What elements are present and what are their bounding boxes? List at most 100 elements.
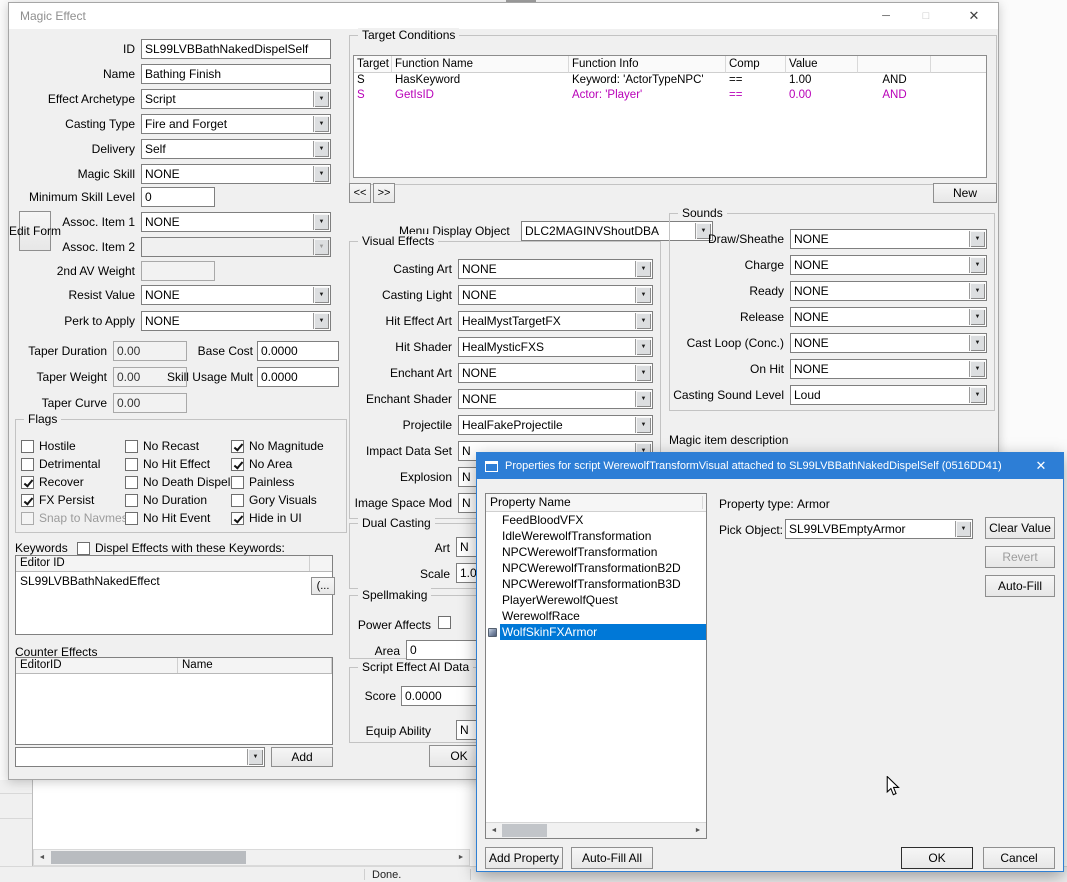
magic-effect-titlebar[interactable]: Magic Effect <box>9 3 998 29</box>
sound-ready-select[interactable]: NONE▼ <box>790 281 987 301</box>
flag-label: No Hit Effect <box>143 457 210 471</box>
perk-to-apply-select[interactable]: NONE▼ <box>141 311 331 331</box>
add-counter-effect-button[interactable]: Add <box>271 747 333 767</box>
maximize-icon[interactable]: □ <box>906 3 946 29</box>
effect-archetype-select[interactable]: Script▼ <box>141 89 331 109</box>
visual-effect-projectile-select[interactable]: HealFakeProjectile▼ <box>458 415 653 435</box>
scroll-right-icon[interactable]: ► <box>690 823 706 838</box>
column-header[interactable] <box>858 56 931 73</box>
name-column-header[interactable]: Name <box>178 658 332 673</box>
condition-prev-button[interactable]: << <box>349 183 371 203</box>
flag-checkbox-painless[interactable]: Painless <box>231 473 324 491</box>
sound-release-select[interactable]: NONE▼ <box>790 307 987 327</box>
clear-value-button[interactable]: Clear Value <box>985 517 1055 539</box>
target-conditions-table[interactable]: Target Function Name Function Info Comp … <box>353 55 987 178</box>
column-header[interactable]: Comp <box>726 56 786 73</box>
property-list-item[interactable]: IdleWerewolfTransformation <box>486 528 706 544</box>
add-property-button[interactable]: Add Property <box>485 847 563 869</box>
property-list-horizontal-scrollbar[interactable]: ◄ ► <box>486 822 706 838</box>
property-list-item[interactable]: NPCWerewolfTransformationB2D <box>486 560 706 576</box>
dropdown-arrow-icon: ▼ <box>313 239 329 255</box>
property-name-column-header[interactable]: Property Name <box>486 494 706 512</box>
min-skill-input[interactable] <box>141 187 215 207</box>
properties-titlebar[interactable]: Properties for script WerewolfTransformV… <box>477 453 1063 479</box>
flag-checkbox-no-hit-effect[interactable]: No Hit Effect <box>125 455 230 473</box>
scroll-right-icon[interactable]: ► <box>453 850 469 865</box>
visual-effect-hit-shader-select[interactable]: HealMysticFXS▼ <box>458 337 653 357</box>
taper-curve-input[interactable] <box>113 393 187 413</box>
flag-checkbox-recover[interactable]: Recover <box>21 473 134 491</box>
cancel-button[interactable]: Cancel <box>983 847 1055 869</box>
close-icon[interactable]: ✕ <box>1019 453 1063 479</box>
counter-effects-list[interactable]: EditorID Name <box>15 657 333 745</box>
close-icon[interactable]: ✕ <box>949 3 999 29</box>
visual-effect-enchant-art-select[interactable]: NONE▼ <box>458 363 653 383</box>
autofill-button[interactable]: Auto-Fill <box>985 575 1055 597</box>
scrollbar-thumb[interactable] <box>51 851 246 864</box>
flag-checkbox-snap-to-navmesh[interactable]: Snap to Navmesh <box>21 509 134 527</box>
background-horizontal-scrollbar[interactable]: ◄ ► <box>33 849 470 866</box>
column-header[interactable]: Function Name <box>392 56 569 73</box>
visual-effect-casting-art-select[interactable]: NONE▼ <box>458 259 653 279</box>
minimize-icon[interactable]: ─ <box>866 3 906 29</box>
property-list-item[interactable]: WerewolfRace <box>486 608 706 624</box>
assoc-item-1-select[interactable]: NONE▼ <box>141 212 331 232</box>
scrollbar-thumb[interactable] <box>502 824 547 837</box>
flag-checkbox-hide-in-ui[interactable]: Hide in UI <box>231 509 324 527</box>
property-list[interactable]: Property Name FeedBloodVFXIdleWerewolfTr… <box>485 493 707 839</box>
pick-object-select[interactable]: SL99LVBEmptyArmor▼ <box>785 519 973 539</box>
sound-casting-sound-level-select[interactable]: Loud▼ <box>790 385 987 405</box>
flag-checkbox-fx-persist[interactable]: FX Persist <box>21 491 134 509</box>
sound-charge-select[interactable]: NONE▼ <box>790 255 987 275</box>
property-list-item[interactable]: WolfSkinFXArmor <box>486 624 706 640</box>
counter-effect-select[interactable]: ▼ <box>15 747 265 767</box>
sound-cast-loop-conc-select[interactable]: NONE▼ <box>790 333 987 353</box>
flag-checkbox-no-duration[interactable]: No Duration <box>125 491 230 509</box>
column-header[interactable]: Value <box>786 56 858 73</box>
magic-skill-select[interactable]: NONE▼ <box>141 164 331 184</box>
delivery-select[interactable]: Self▼ <box>141 139 331 159</box>
name-input[interactable] <box>141 64 331 84</box>
flag-checkbox-no-hit-event[interactable]: No Hit Event <box>125 509 230 527</box>
keyword-item[interactable]: SL99LVBBathNakedEffect <box>16 572 332 590</box>
ok-button[interactable]: OK <box>901 847 973 869</box>
visual-effect-casting-light-select[interactable]: NONE▼ <box>458 285 653 305</box>
flag-checkbox-no-area[interactable]: No Area <box>231 455 324 473</box>
column-header[interactable]: Function Info <box>569 56 726 73</box>
casting-type-select[interactable]: Fire and Forget▼ <box>141 114 331 134</box>
new-condition-button[interactable]: New <box>933 183 997 203</box>
column-header[interactable]: Target <box>354 56 392 73</box>
property-list-item[interactable]: NPCWerewolfTransformation <box>486 544 706 560</box>
visual-effect-hit-effect-art-select[interactable]: HealMystTargetFX▼ <box>458 311 653 331</box>
id-input[interactable] <box>141 39 331 59</box>
keywords-list[interactable]: Editor ID SL99LVBBathNakedEffect <box>15 555 333 635</box>
scroll-left-icon[interactable]: ◄ <box>486 823 502 838</box>
visual-effect-enchant-shader-select[interactable]: NONE▼ <box>458 389 653 409</box>
sound-on-hit-select[interactable]: NONE▼ <box>790 359 987 379</box>
flag-checkbox-hostile[interactable]: Hostile <box>21 437 134 455</box>
flag-checkbox-gory-visuals[interactable]: Gory Visuals <box>231 491 324 509</box>
property-list-item[interactable]: NPCWerewolfTransformationB3D <box>486 576 706 592</box>
condition-row[interactable]: SHasKeywordKeyword: 'ActorTypeNPC'==1.00… <box>354 73 986 88</box>
power-affects-checkbox[interactable] <box>438 616 451 629</box>
autofill-all-button[interactable]: Auto-Fill All <box>571 847 653 869</box>
base-cost-input[interactable] <box>257 341 339 361</box>
revert-button[interactable]: Revert <box>985 546 1055 568</box>
editorid-column-header[interactable]: EditorID <box>16 658 178 673</box>
property-list-item[interactable]: PlayerWerewolfQuest <box>486 592 706 608</box>
av-weight-input[interactable] <box>141 261 215 281</box>
skill-usage-mult-input[interactable] <box>257 367 339 387</box>
sound-draw-sheathe-select[interactable]: NONE▼ <box>790 229 987 249</box>
flag-checkbox-no-magnitude[interactable]: No Magnitude <box>231 437 324 455</box>
condition-next-button[interactable]: >> <box>373 183 395 203</box>
scroll-left-icon[interactable]: ◄ <box>34 850 50 865</box>
resist-value-select[interactable]: NONE▼ <box>141 285 331 305</box>
editor-id-column-header[interactable]: Editor ID <box>16 556 310 571</box>
condition-row[interactable]: SGetIsIDActor: 'Player'==0.00AND <box>354 88 986 103</box>
flag-checkbox-detrimental[interactable]: Detrimental <box>21 455 134 473</box>
flag-checkbox-no-death-dispel[interactable]: No Death Dispel <box>125 473 230 491</box>
property-list-item[interactable]: FeedBloodVFX <box>486 512 706 528</box>
flag-checkbox-no-recast[interactable]: No Recast <box>125 437 230 455</box>
column-header[interactable] <box>931 56 986 73</box>
keywords-browse-button[interactable]: (... <box>311 577 335 595</box>
